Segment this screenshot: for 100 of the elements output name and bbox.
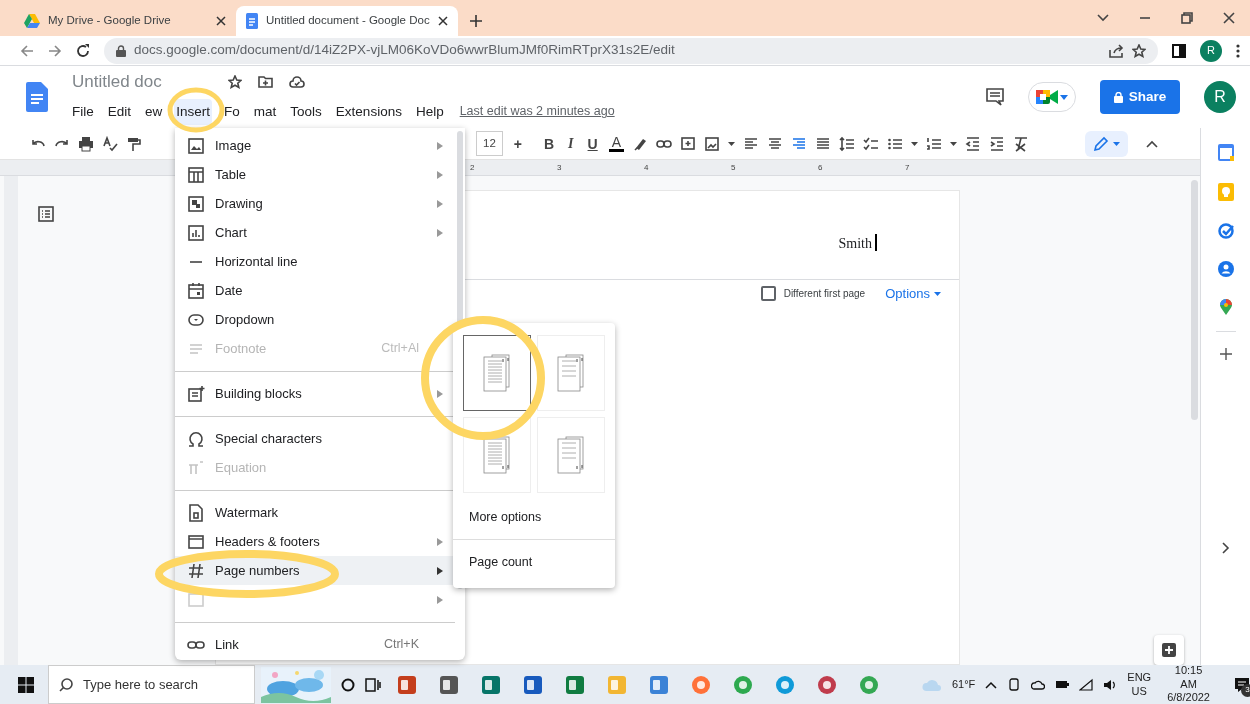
star-icon[interactable] [1132,43,1146,58]
browser-icon[interactable] [732,674,753,695]
windows-icon[interactable] [18,676,34,693]
menu-item[interactable]: Image [175,131,465,160]
numbered-list-icon[interactable] [926,135,943,152]
text-color-button[interactable]: A [608,135,625,152]
menu-item[interactable]: Chart [175,218,465,247]
share-button[interactable]: Share [1100,80,1180,114]
folder-icon[interactable] [257,75,273,89]
align-center-icon[interactable] [767,135,784,152]
photos-app-icon[interactable] [648,674,669,695]
next-icon[interactable] [1221,542,1230,554]
caret-icon[interactable] [950,141,958,146]
keyboard-shortcut-button[interactable] [1154,635,1184,665]
calendar-icon[interactable] [1217,143,1234,161]
clock-time[interactable]: 10:15 AM [1167,663,1210,692]
map-pin-icon[interactable] [1219,299,1232,315]
scrollbar[interactable] [1191,180,1198,420]
insert-image-icon[interactable] [704,135,721,152]
browser-icon[interactable] [774,674,795,695]
increase-font-button[interactable]: + [510,136,525,151]
close-icon[interactable] [216,16,226,26]
document-title[interactable]: Untitled doc [72,69,162,95]
menu-item[interactable]: Table [175,160,465,189]
plus-icon[interactable] [1219,348,1232,360]
options-button[interactable]: Options [885,283,941,304]
menu-item[interactable]: Drawing [175,189,465,218]
page-layout-option[interactable] [463,335,531,411]
region-text[interactable]: US [1127,684,1152,699]
search-field[interactable]: Type here to search [48,665,255,704]
caret-icon[interactable] [728,141,736,146]
chevron-down-icon[interactable] [1097,12,1109,24]
person-icon[interactable] [1217,261,1234,277]
browser-icon[interactable] [858,674,879,695]
account-avatar[interactable]: R [1204,81,1236,113]
outline-icon[interactable] [38,206,54,222]
menu-item[interactable]: Tools [288,98,324,125]
share-icon[interactable] [1108,43,1124,58]
menu-item[interactable]: More options [463,495,605,539]
cloud-icon[interactable] [288,75,305,88]
last-edit-link[interactable]: Last edit was 2 minutes ago [459,102,615,122]
check-circle-icon[interactable] [1217,223,1234,239]
publisher-app-icon[interactable] [480,674,501,695]
volume-icon[interactable] [1103,677,1118,692]
checkbox[interactable] [760,286,776,301]
word-processor-icon[interactable] [522,674,543,695]
menu-item[interactable]: Page count [463,540,605,584]
align-right-icon[interactable] [791,135,808,152]
bold-button[interactable]: B [541,136,558,151]
line-spacing-icon[interactable] [839,135,856,152]
restore-icon[interactable] [1181,12,1193,24]
reload-icon[interactable] [76,43,90,58]
menu-item[interactable]: Link Ctrl+K [175,630,465,659]
font-size-field[interactable]: 12 [476,130,503,157]
paint-format-icon[interactable] [126,135,142,152]
increase-indent-icon[interactable] [989,135,1006,152]
editing-mode-button[interactable] [1085,130,1129,157]
spreadsheet-app-icon[interactable] [564,674,585,695]
star-icon[interactable] [227,74,242,89]
language-text[interactable]: ENG [1127,670,1152,685]
calculator-icon[interactable] [438,674,459,695]
weather-text[interactable]: 61°F [951,677,976,692]
new-tab-icon[interactable] [470,15,482,27]
italic-button[interactable]: I [565,136,577,151]
add-comment-icon[interactable] [680,135,697,152]
menu-item[interactable]: ew [143,98,165,125]
caret-icon[interactable] [911,141,919,146]
document-icon[interactable] [26,82,48,112]
presentation-app-icon[interactable] [396,674,417,695]
comment-icon[interactable] [986,88,1004,106]
menu-item[interactable]: Extensions [333,98,404,125]
print-icon[interactable] [78,135,94,152]
menu-item[interactable]: Edit [105,98,134,125]
decrease-indent-icon[interactable] [965,135,982,152]
back-icon[interactable] [20,43,34,58]
tray-app-icon[interactable] [1007,677,1022,692]
collapse-icon[interactable] [1146,139,1159,148]
checklist-icon[interactable] [863,135,880,152]
menu-item[interactable]: Insert [174,98,213,125]
menu-item[interactable]: Help [413,98,446,125]
scissors-icon[interactable] [816,674,837,695]
align-left-icon[interactable] [743,135,760,152]
forward-icon[interactable] [48,43,62,58]
browser-tab[interactable]: My Drive - Google Drive [14,6,236,36]
wifi-icon[interactable] [1079,677,1094,692]
profile-avatar[interactable]: R [1200,39,1222,62]
menu-item[interactable]: Date [175,276,465,305]
justify-icon[interactable] [815,135,832,152]
task-view-icon[interactable] [364,677,381,692]
clock-date[interactable]: 6/8/2022 [1167,691,1210,704]
spellcheck-icon[interactable] [102,135,118,152]
menu-item[interactable]: Fo mat [222,98,279,125]
side-panel-icon[interactable] [1172,43,1186,58]
clear-formatting-icon[interactable] [1013,135,1030,152]
browser-tab[interactable]: Untitled document - Google Doc [236,6,458,36]
close-icon[interactable] [1223,12,1235,24]
more-icon[interactable] [1236,43,1240,58]
chevron-up-icon[interactable] [985,680,998,689]
menu-item[interactable]: File [70,98,96,125]
cortana-icon[interactable] [340,677,355,692]
